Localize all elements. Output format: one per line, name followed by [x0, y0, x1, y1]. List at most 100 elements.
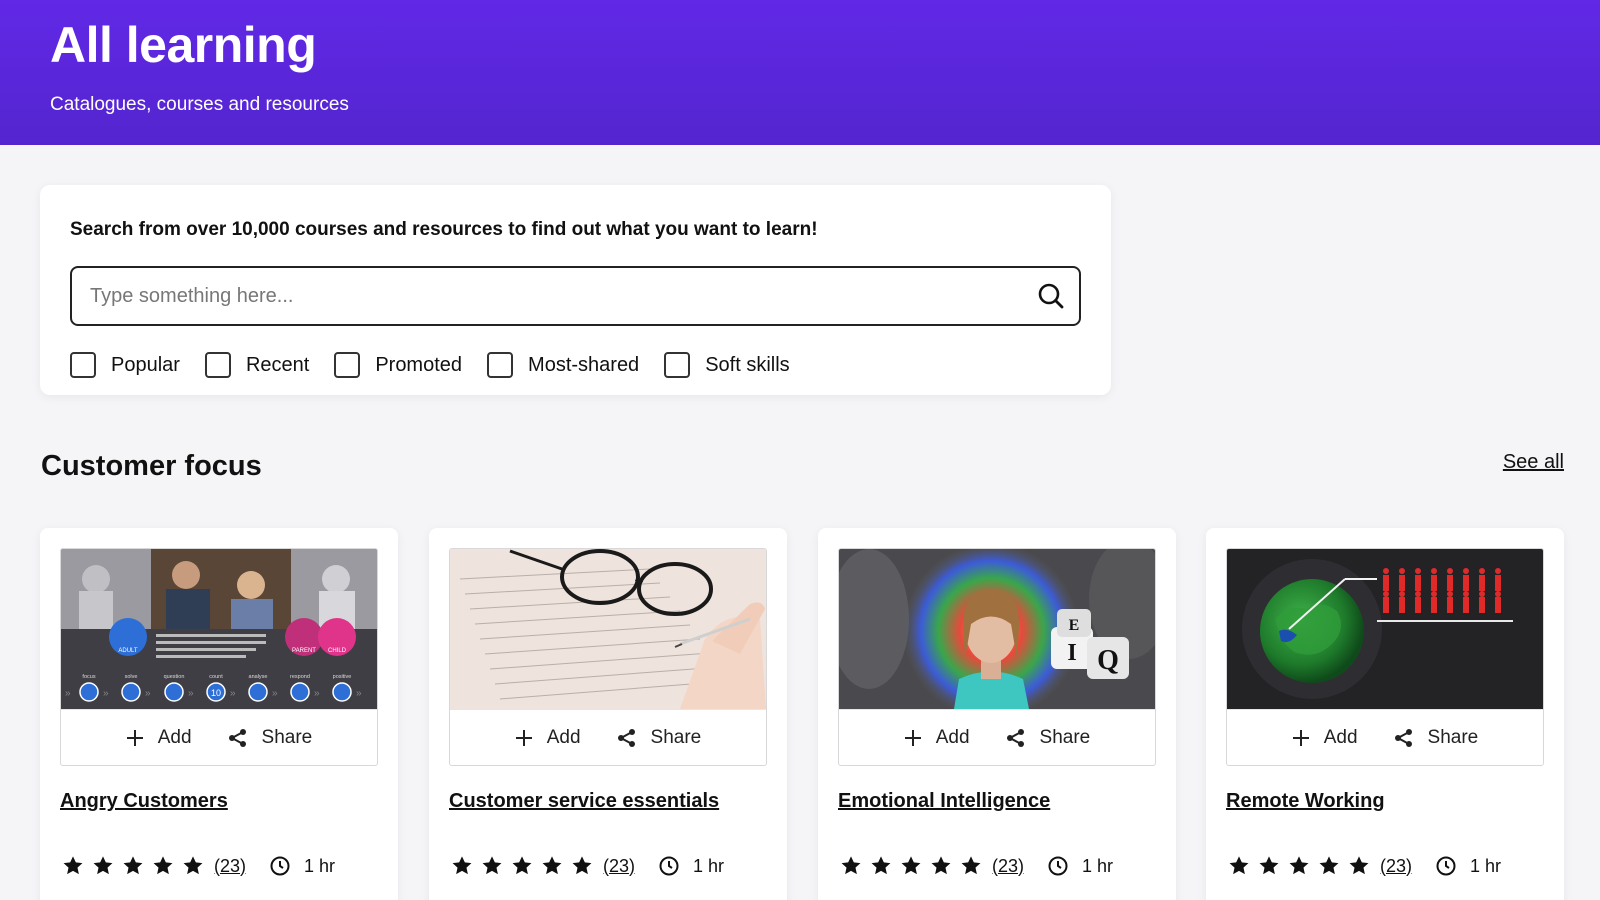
plus-icon: [126, 729, 143, 746]
review-count-link[interactable]: (23): [603, 856, 635, 877]
search-icon[interactable]: [1037, 282, 1065, 310]
duration: 1 hr: [1082, 855, 1114, 876]
checkbox[interactable]: [664, 352, 691, 378]
card-actions: Add Share: [839, 709, 1155, 765]
search-panel: Search from over 10,000 courses and reso…: [40, 185, 1111, 395]
add-button[interactable]: Add: [1292, 727, 1358, 749]
step-count: count: [209, 674, 223, 680]
star-icon: [482, 856, 502, 875]
clock-icon: [1436, 856, 1456, 876]
step-analyse: analyse: [249, 674, 268, 680]
filter-checkboxes: Popular Recent Promoted Most-shared Soft…: [70, 350, 815, 380]
checkbox[interactable]: [487, 352, 514, 378]
filter-soft-skills[interactable]: Soft skills: [664, 352, 790, 378]
see-all-link[interactable]: See all: [1503, 451, 1564, 474]
star-icon: [871, 856, 891, 875]
add-label: Add: [1323, 726, 1358, 748]
svg-text:»: »: [103, 688, 109, 699]
card-actions: Add Share: [1227, 709, 1543, 765]
filter-most-shared[interactable]: Most-shared: [487, 352, 639, 378]
search-box[interactable]: [70, 266, 1081, 326]
star-rating: [840, 855, 990, 877]
svg-text:»: »: [356, 688, 362, 699]
star-rating: [451, 855, 601, 877]
star-icon: [1289, 856, 1309, 875]
course-list: ADULT PARENT CHILD focus solve question …: [40, 528, 1564, 900]
add-label: Add: [546, 726, 581, 748]
course-title-link[interactable]: Remote Working: [1226, 790, 1385, 813]
add-label: Add: [935, 726, 970, 748]
checkbox[interactable]: [334, 352, 361, 378]
course-card[interactable]: E I Q Add Share Emotional Intelligence (…: [818, 528, 1176, 900]
course-card[interactable]: ADULT PARENT CHILD focus solve question …: [40, 528, 398, 900]
svg-text:»: »: [230, 688, 236, 699]
svg-text:»: »: [188, 688, 194, 699]
dice-q: Q: [1097, 645, 1119, 676]
step-solve: solve: [125, 674, 138, 680]
svg-text:»: »: [65, 688, 71, 699]
section-title: Customer focus: [41, 450, 262, 482]
share-label: Share: [261, 726, 313, 748]
filter-label: Recent: [245, 353, 310, 376]
star-icon: [841, 856, 861, 875]
filter-popular[interactable]: Popular: [70, 352, 180, 378]
review-count-link[interactable]: (23): [214, 856, 246, 877]
star-icon: [123, 856, 143, 875]
filter-label: Most-shared: [528, 353, 640, 376]
review-count-link[interactable]: (23): [992, 856, 1024, 877]
card-media: Add Share: [1226, 548, 1544, 766]
add-button[interactable]: Add: [126, 727, 192, 749]
add-label: Add: [157, 726, 192, 748]
plus-icon: [515, 729, 532, 746]
course-thumbnail: ADULT PARENT CHILD focus solve question …: [61, 549, 377, 709]
star-icon: [153, 856, 173, 875]
checkbox[interactable]: [204, 352, 231, 378]
review-count-link[interactable]: (23): [1380, 856, 1412, 877]
plus-icon: [1292, 729, 1309, 746]
course-card[interactable]: Add Share Customer service essentials (2…: [429, 528, 787, 900]
share-button[interactable]: Share: [617, 726, 702, 749]
filter-label: Popular: [111, 353, 180, 376]
star-icon: [452, 856, 472, 875]
add-button[interactable]: Add: [904, 727, 970, 749]
share-button[interactable]: Share: [228, 726, 313, 749]
star-icon: [542, 856, 562, 875]
add-button[interactable]: Add: [515, 727, 581, 749]
page-title: All learning: [50, 17, 317, 73]
svg-text:»: »: [145, 688, 151, 699]
course-title-link[interactable]: Emotional Intelligence: [838, 790, 1050, 813]
card-actions: Add Share: [450, 709, 766, 765]
share-label: Share: [650, 726, 702, 748]
step-focus: focus: [82, 674, 95, 680]
star-icon: [901, 856, 921, 875]
step-question: question: [164, 674, 185, 680]
share-icon: [1394, 728, 1412, 747]
card-actions: Add Share: [61, 709, 377, 765]
course-title-link[interactable]: Angry Customers: [60, 790, 228, 813]
card-media: ADULT PARENT CHILD focus solve question …: [60, 548, 378, 766]
step-respond: respond: [290, 674, 310, 680]
star-icon: [1349, 856, 1369, 875]
course-thumbnail: E I Q: [839, 549, 1155, 709]
share-icon: [228, 728, 246, 747]
search-input[interactable]: [90, 268, 1010, 324]
share-button[interactable]: Share: [1006, 727, 1090, 749]
star-icon: [961, 856, 981, 875]
share-button[interactable]: Share: [1394, 727, 1478, 749]
card-media: E I Q Add Share: [838, 548, 1156, 766]
star-icon: [63, 856, 83, 875]
checkbox[interactable]: [70, 352, 96, 378]
svg-text:»: »: [272, 688, 278, 699]
step-positive: positive: [333, 674, 352, 680]
clock-icon: [270, 856, 290, 876]
filter-promoted[interactable]: Promoted: [334, 352, 462, 378]
star-icon: [1259, 856, 1279, 875]
filter-recent[interactable]: Recent: [204, 352, 310, 378]
filter-label: Soft skills: [705, 353, 790, 376]
star-icon: [183, 856, 203, 875]
course-card[interactable]: Add Share Remote Working (23) 1 hr: [1206, 528, 1564, 900]
share-icon: [617, 728, 635, 747]
course-title-link[interactable]: Customer service essentials: [449, 790, 719, 813]
clock-icon: [659, 856, 679, 876]
course-meta: (23) 1 hr: [840, 855, 1113, 877]
